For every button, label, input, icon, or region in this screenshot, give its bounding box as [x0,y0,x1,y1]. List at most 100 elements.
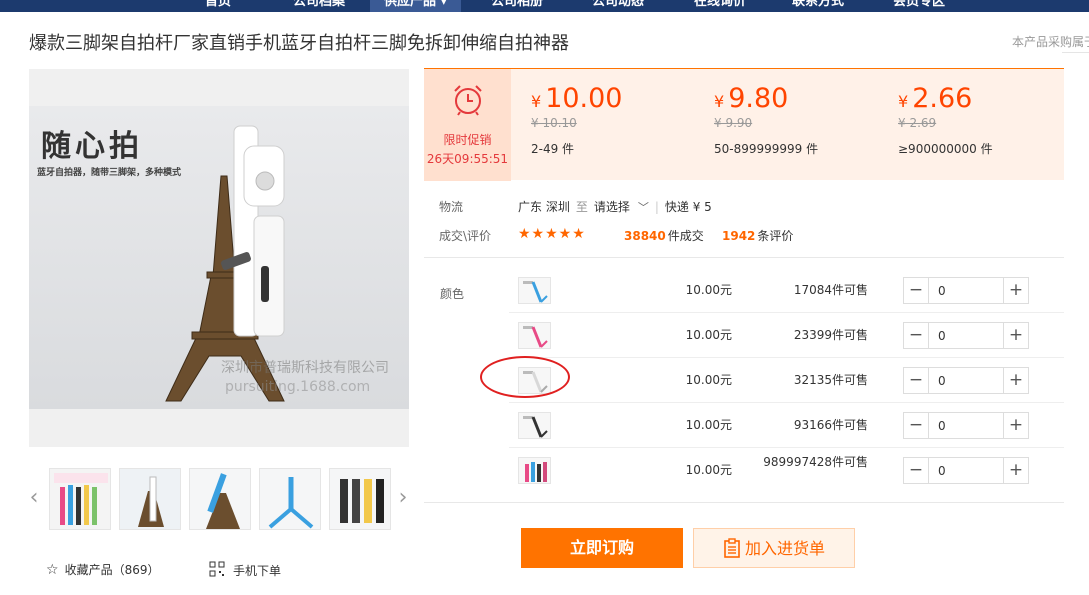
divider [424,502,1064,503]
thumbnail-5-image [330,469,390,529]
sku-thumbnail[interactable] [518,412,551,439]
image-watermark-url: pursuiting.1688.com [225,379,371,395]
favorite-count: （869） [112,563,160,577]
color-label: 颜色 [440,287,465,301]
sku-price: 10.00元 [685,283,732,297]
image-watermark: 深圳市普瑞斯科技有限公司 [221,360,389,376]
quantity-input[interactable] [930,278,1002,303]
decrease-button[interactable]: − [904,368,929,393]
qr-code-icon [209,561,225,581]
nav-member[interactable]: 会员专区 [893,0,945,12]
add-to-cart-label: 加入进货单 [744,539,825,558]
sku-price: 10.00元 [685,328,732,342]
thumbnail-next-arrow[interactable]: › [396,485,410,511]
nav-products[interactable]: 供应产品 ▾ [370,0,462,12]
tier-price: ¥2.66 [898,83,1078,114]
nav-home[interactable]: 首页 [205,0,231,12]
nav-inquiry[interactable]: 在线询价 [694,0,746,12]
quantity-input[interactable] [930,368,1002,393]
promo-timer: 26天09:55:51 [426,152,509,166]
purchase-note: 本产品采购属于 [1012,35,1089,49]
quantity-range: 2-49 件 [531,142,575,156]
shipping-fee: 快递 ¥ 5 [664,200,712,214]
deal-count[interactable]: 38840 件成交 [624,227,704,244]
decrease-button[interactable]: − [904,413,929,438]
sku-stock: 17084件可售 [793,283,868,297]
original-price: ¥ 10.10 [531,116,577,130]
price-tier-3: ¥2.66 ¥ 2.69 ≥900000000 件 [898,83,1078,157]
main-product-image[interactable]: 随心拍 蓝牙自拍器，随带三脚架，多种模式 深圳市普瑞斯科技有限公司 pursui… [29,69,409,447]
increase-button[interactable]: + [1003,323,1028,348]
yen-symbol: ¥ [714,92,725,111]
sku-thumbnail[interactable] [518,457,551,484]
thumbnail-4[interactable] [259,468,321,530]
image-subslogan: 蓝牙自拍器，随带三脚架，多种模式 [37,168,182,178]
quantity-stepper: − + [903,367,1029,394]
deal-unit: 件成交 [667,229,704,243]
thumbnail-4-image [260,469,320,529]
sku-thumbnail-image [525,462,547,482]
logistics-to: 至 [575,200,588,214]
quantity-input[interactable] [930,458,1002,483]
sku-stock: 93166件可售 [793,418,868,432]
sku-row: 10.00元 17084件可售 − + [509,268,1064,313]
sku-thumbnail-image [523,326,548,348]
thumbnail-3-image [190,469,250,529]
chevron-down-icon: ﹀ [637,201,649,214]
price-tier-1: ¥10.00 ¥ 10.10 2-49 件 [531,83,711,157]
sku-thumbnail[interactable] [518,322,551,349]
quantity-input[interactable] [930,413,1002,438]
rating-stars: ★★★★★ [518,226,586,242]
sku-thumbnail-image [523,281,548,303]
price-panel: 限时促销 26天09:55:51 ¥10.00 ¥ 10.10 2-49 件 ¥… [424,68,1064,181]
clipboard-icon [723,533,741,573]
increase-button[interactable]: + [1003,278,1028,303]
quantity-range: 50-899999999 件 [714,142,819,156]
sku-thumbnail[interactable] [518,277,551,304]
nav-company-profile[interactable]: 公司档案 [293,0,345,12]
price-amount: 2.66 [912,83,973,114]
thumbnail-1[interactable] [49,468,111,530]
review-count[interactable]: 1942 条评价 [722,227,793,244]
price-tier-2: ¥9.80 ¥ 9.90 50-899999999 件 [714,83,894,157]
nav-album[interactable]: 公司相册 [491,0,543,12]
sku-row: 10.00元 93166件可售 − + [509,403,1064,448]
review-unit: 条评价 [757,229,794,243]
review-number: 1942 [722,229,756,243]
buy-now-button[interactable]: 立即订购 [521,528,683,568]
increase-button[interactable]: + [1003,368,1028,393]
nav-contact[interactable]: 联系方式 [792,0,844,12]
tier-price: ¥9.80 [714,83,894,114]
destination-select[interactable]: 请选择 ﹀ [594,200,649,214]
sku-stock: 32135件可售 [793,373,868,387]
tier-price: ¥10.00 [531,83,711,114]
sku-row: 10.00元 32135件可售 − + [509,358,1064,403]
mobile-order[interactable]: 手机下单 [209,561,281,581]
thumbnail-3[interactable] [189,468,251,530]
favorite-product[interactable]: ☆ 收藏产品（869） [46,561,159,578]
quantity-stepper: − + [903,277,1029,304]
increase-button[interactable]: + [1003,458,1028,483]
decrease-button[interactable]: − [904,323,929,348]
thumbnail-1-image [54,473,108,525]
thumbnail-5[interactable] [329,468,391,530]
nav-news[interactable]: 公司动态 [592,0,644,12]
quantity-stepper: − + [903,412,1029,439]
quantity-stepper: − + [903,322,1029,349]
quantity-input[interactable] [930,323,1002,348]
sku-thumbnail-image [523,416,548,438]
sku-row: 10.00元 989997428件可售 − + [509,448,1064,493]
nav-products-label: 供应产品 [384,0,437,9]
decrease-button[interactable]: − [904,458,929,483]
add-to-cart-button[interactable]: 加入进货单 [693,528,855,568]
increase-button[interactable]: + [1003,413,1028,438]
thumbnail-prev-arrow[interactable]: ‹ [27,485,41,511]
thumbnail-2[interactable] [119,468,181,530]
sku-stock: 23399件可售 [793,328,868,342]
promo-label: 限时促销 [443,133,492,147]
image-slogan: 随心拍 [41,129,143,164]
yen-symbol: ¥ [531,92,542,111]
favorite-label: 收藏产品 [64,563,113,577]
thumbnail-2-image [120,469,180,529]
decrease-button[interactable]: − [904,278,929,303]
